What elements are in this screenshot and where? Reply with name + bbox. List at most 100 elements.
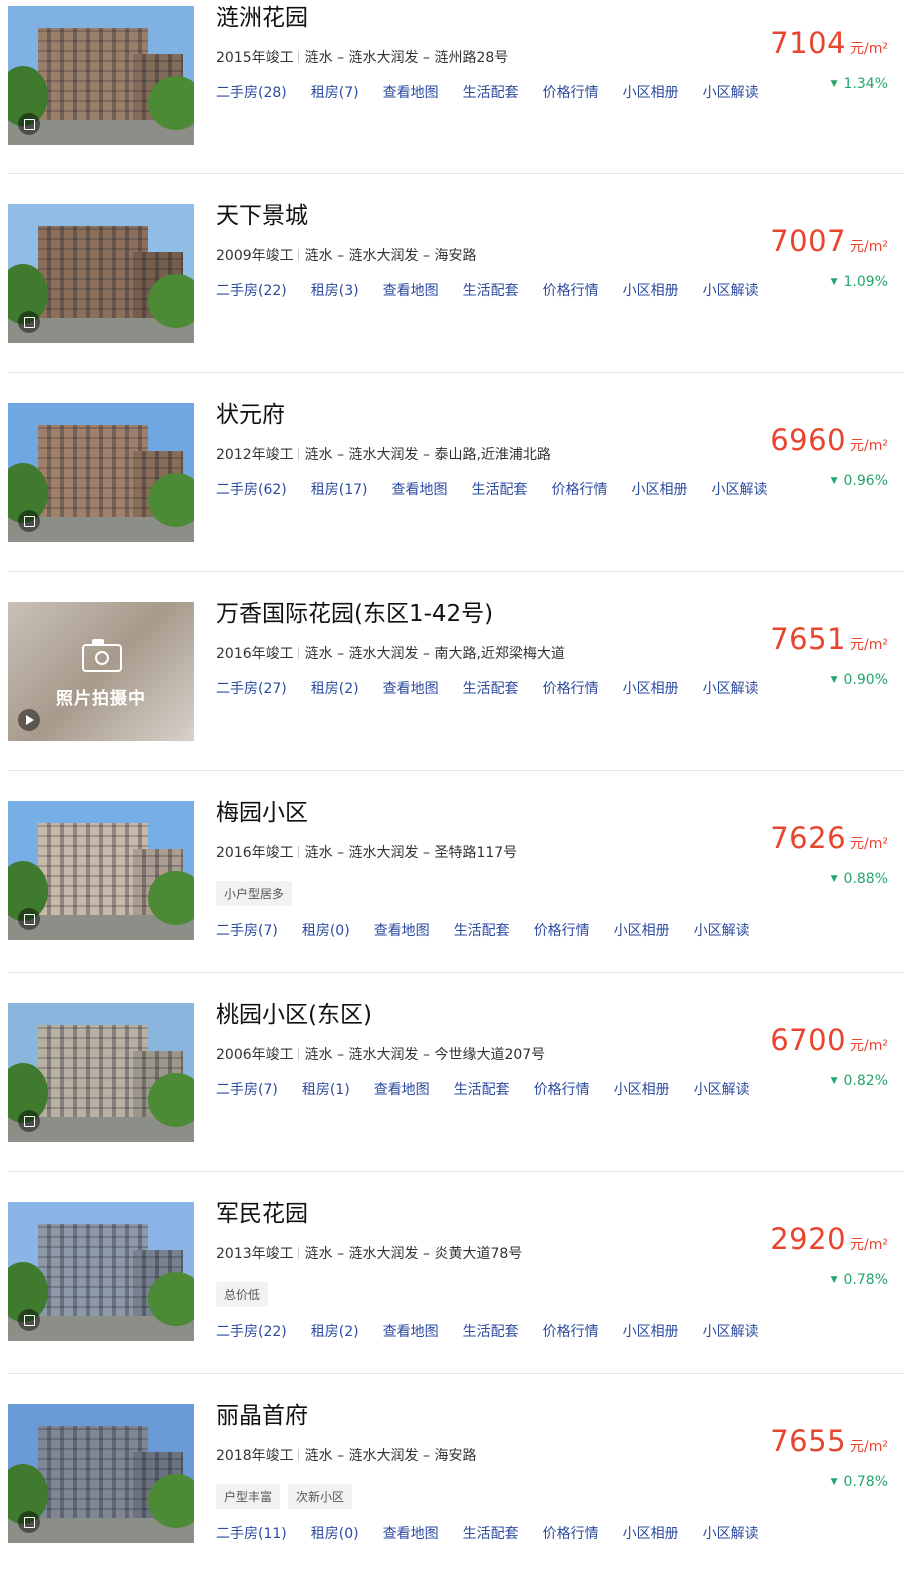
price-unit: 元/m²: [850, 836, 888, 852]
community-photo[interactable]: [8, 1404, 194, 1543]
rent-link[interactable]: 租房(1): [302, 1080, 350, 1100]
map-link[interactable]: 查看地图: [383, 1524, 439, 1544]
unit-price: 7655 元/m²: [770, 1424, 888, 1458]
album-link[interactable]: 小区相册: [623, 1524, 679, 1544]
area-link[interactable]: 涟水大润发: [349, 248, 419, 264]
price-unit: 元/m²: [850, 637, 888, 653]
community-name[interactable]: 万香国际花园(东区1-42号): [216, 599, 493, 629]
analysis-link[interactable]: 小区解读: [694, 921, 750, 941]
price-trend-link[interactable]: 价格行情: [543, 679, 599, 699]
analysis-link[interactable]: 小区解读: [703, 83, 759, 103]
map-link[interactable]: 查看地图: [383, 281, 439, 301]
community-photo[interactable]: [8, 1003, 194, 1142]
album-icon-glyph: [23, 1516, 35, 1528]
map-link[interactable]: 查看地图: [383, 83, 439, 103]
second-hand-link[interactable]: 二手房(11): [216, 1524, 287, 1544]
amenities-link[interactable]: 生活配套: [454, 1080, 510, 1100]
district-link[interactable]: 涟水: [305, 845, 333, 861]
area-link[interactable]: 涟水大润发: [349, 50, 419, 66]
amenities-link[interactable]: 生活配套: [463, 1524, 519, 1544]
analysis-link[interactable]: 小区解读: [703, 281, 759, 301]
price-change: ▼ 0.90%: [831, 672, 888, 688]
album-link[interactable]: 小区相册: [614, 921, 670, 941]
map-link[interactable]: 查看地图: [383, 1322, 439, 1342]
community-photo[interactable]: [8, 801, 194, 940]
second-hand-link[interactable]: 二手房(7): [216, 921, 278, 941]
price-trend-link[interactable]: 价格行情: [543, 281, 599, 301]
district-link[interactable]: 涟水: [305, 50, 333, 66]
rent-link[interactable]: 租房(2): [311, 1322, 359, 1342]
rent-link[interactable]: 租房(0): [302, 921, 350, 941]
map-link[interactable]: 查看地图: [383, 679, 439, 699]
district-link[interactable]: 涟水: [305, 1047, 333, 1063]
area-link[interactable]: 涟水大润发: [349, 1246, 419, 1262]
community-photo[interactable]: [8, 1202, 194, 1341]
amenities-link[interactable]: 生活配套: [463, 679, 519, 699]
build-year: 2006年竣工: [216, 1047, 294, 1063]
second-hand-link[interactable]: 二手房(27): [216, 679, 287, 699]
price-trend-link[interactable]: 价格行情: [534, 1080, 590, 1100]
price-trend-link[interactable]: 价格行情: [534, 921, 590, 941]
amenities-link[interactable]: 生活配套: [463, 281, 519, 301]
map-link[interactable]: 查看地图: [374, 1080, 430, 1100]
second-hand-link[interactable]: 二手房(7): [216, 1080, 278, 1100]
album-icon: [18, 1511, 40, 1533]
album-link[interactable]: 小区相册: [623, 83, 679, 103]
rent-link[interactable]: 租房(3): [311, 281, 359, 301]
analysis-link[interactable]: 小区解读: [703, 1524, 759, 1544]
price-trend-link[interactable]: 价格行情: [552, 480, 608, 500]
community-name[interactable]: 军民花园: [216, 1199, 308, 1229]
community-name[interactable]: 梅园小区: [216, 798, 308, 828]
amenities-link[interactable]: 生活配套: [472, 480, 528, 500]
amenities-link[interactable]: 生活配套: [454, 921, 510, 941]
map-link[interactable]: 查看地图: [392, 480, 448, 500]
community-name[interactable]: 丽晶首府: [216, 1401, 308, 1431]
community-photo[interactable]: [8, 204, 194, 343]
second-hand-link[interactable]: 二手房(62): [216, 480, 287, 500]
album-link[interactable]: 小区相册: [623, 281, 679, 301]
district-link[interactable]: 涟水: [305, 1246, 333, 1262]
area-link[interactable]: 涟水大润发: [349, 1448, 419, 1464]
map-link[interactable]: 查看地图: [374, 921, 430, 941]
price-trend-link[interactable]: 价格行情: [543, 1322, 599, 1342]
price-value: 7104: [770, 26, 847, 60]
community-photo[interactable]: [8, 403, 194, 542]
rent-link[interactable]: 租房(2): [311, 679, 359, 699]
district-link[interactable]: 涟水: [305, 1448, 333, 1464]
album-link[interactable]: 小区相册: [623, 1322, 679, 1342]
second-hand-link[interactable]: 二手房(22): [216, 1322, 287, 1342]
analysis-link[interactable]: 小区解读: [703, 1322, 759, 1342]
area-link[interactable]: 涟水大润发: [349, 845, 419, 861]
community-name[interactable]: 桃园小区(东区): [216, 1000, 372, 1030]
community-name[interactable]: 天下景城: [216, 201, 308, 231]
analysis-link[interactable]: 小区解读: [694, 1080, 750, 1100]
amenities-link[interactable]: 生活配套: [463, 1322, 519, 1342]
album-link[interactable]: 小区相册: [632, 480, 688, 500]
rent-link[interactable]: 租房(17): [311, 480, 368, 500]
community-photo[interactable]: 照片拍摄中: [8, 602, 194, 741]
community-meta: 2016年竣工 涟水 – 涟水大润发 – 圣特路117号: [216, 843, 517, 863]
amenities-link[interactable]: 生活配套: [463, 83, 519, 103]
meta-dash: –: [332, 646, 349, 662]
photo-building: [38, 28, 148, 120]
analysis-link[interactable]: 小区解读: [703, 679, 759, 699]
community-photo[interactable]: [8, 6, 194, 145]
area-link[interactable]: 涟水大润发: [349, 1047, 419, 1063]
community-name[interactable]: 状元府: [216, 400, 285, 430]
rent-link[interactable]: 租房(0): [311, 1524, 359, 1544]
price-trend-link[interactable]: 价格行情: [543, 83, 599, 103]
district-link[interactable]: 涟水: [305, 248, 333, 264]
rent-link[interactable]: 租房(7): [311, 83, 359, 103]
district-link[interactable]: 涟水: [305, 646, 333, 662]
analysis-link[interactable]: 小区解读: [712, 480, 768, 500]
area-link[interactable]: 涟水大润发: [349, 646, 419, 662]
album-link[interactable]: 小区相册: [614, 1080, 670, 1100]
price-trend-link[interactable]: 价格行情: [543, 1524, 599, 1544]
unit-price: 7007 元/m²: [770, 224, 888, 258]
community-name[interactable]: 涟洲花园: [216, 3, 308, 33]
area-link[interactable]: 涟水大润发: [349, 447, 419, 463]
second-hand-link[interactable]: 二手房(22): [216, 281, 287, 301]
district-link[interactable]: 涟水: [305, 447, 333, 463]
second-hand-link[interactable]: 二手房(28): [216, 83, 287, 103]
album-link[interactable]: 小区相册: [623, 679, 679, 699]
